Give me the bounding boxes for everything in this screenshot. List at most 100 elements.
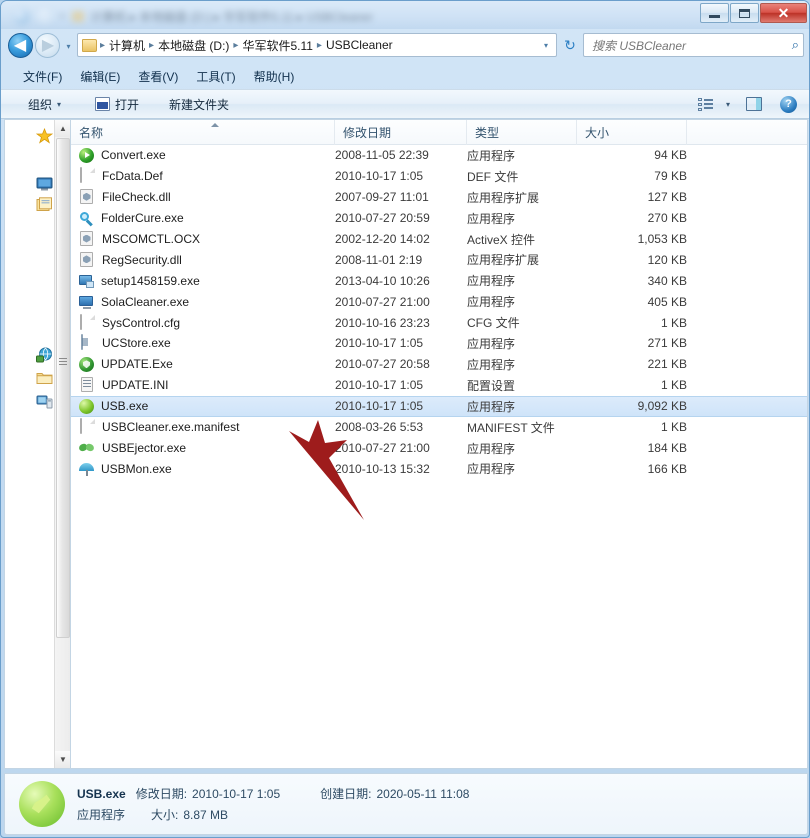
file-name-cell: UPDATE.Exe (79, 357, 173, 372)
file-size-cell: 1 KB (577, 316, 687, 330)
table-row[interactable]: SysControl.cfg 2010-10-16 23:23 CFG 文件 1… (71, 312, 807, 333)
file-rows: Convert.exe 2008-11-05 22:39 应用程序 94 KB … (71, 145, 807, 768)
menu-item-edit[interactable]: 编辑(E) (72, 65, 128, 88)
breadcrumb-separator: ▸ (232, 40, 239, 51)
desktop-icon[interactable] (36, 176, 53, 192)
file-size-cell: 9,092 KB (577, 399, 687, 413)
table-row[interactable]: Convert.exe 2008-11-05 22:39 应用程序 94 KB (71, 145, 807, 166)
file-name-cell: setup1458159.exe (79, 274, 200, 288)
column-header-type[interactable]: 类型 (467, 120, 577, 145)
file-name-cell: MSCOMCTL.OCX (79, 231, 200, 247)
recent-places-icon[interactable] (36, 197, 53, 213)
back-button[interactable]: ◀ (8, 33, 33, 58)
table-row[interactable]: MSCOMCTL.OCX 2002-12-20 14:02 ActiveX 控件… (71, 229, 807, 250)
open-button[interactable]: 打开 (86, 92, 148, 117)
new-folder-button[interactable]: 新建文件夹 (160, 92, 238, 117)
file-date-cell: 2010-10-16 23:23 (335, 316, 455, 330)
favorites-star-icon[interactable] (36, 128, 53, 144)
column-header-date[interactable]: 修改日期 (335, 120, 467, 145)
minimize-icon (709, 15, 720, 18)
status-size-label: 大小: (151, 806, 178, 823)
blurred-back-icon (13, 8, 30, 25)
organize-button[interactable]: 组织 ▾ (19, 92, 70, 117)
menu-item-file[interactable]: 文件(F) (15, 65, 70, 88)
file-name-label: UPDATE.INI (102, 378, 168, 392)
table-row[interactable]: USBEjector.exe 2010-07-27 21:00 应用程序 184… (71, 438, 807, 459)
file-type-cell: 应用程序 (467, 398, 577, 415)
new-folder-label: 新建文件夹 (169, 96, 229, 113)
close-button[interactable]: ✕ (760, 3, 807, 23)
help-button[interactable]: ? (772, 92, 805, 117)
address-dropdown-icon[interactable]: ▾ (538, 41, 554, 50)
network-icon[interactable] (36, 347, 53, 363)
menu-item-tools[interactable]: 工具(T) (188, 65, 243, 88)
breadcrumb-item-usbcleaner[interactable]: USBCleaner (323, 36, 396, 54)
computer-icon[interactable] (36, 393, 53, 409)
refresh-button[interactable]: ↻ (559, 33, 581, 57)
file-date-cell: 2002-12-20 14:02 (335, 232, 455, 246)
breadcrumb-item-huajun[interactable]: 华军软件5.11 (239, 35, 315, 56)
search-placeholder: 搜索 USBCleaner (592, 37, 686, 54)
table-row[interactable]: UCStore.exe 2010-10-17 1:05 应用程序 271 KB (71, 333, 807, 354)
table-row[interactable]: UPDATE.INI 2010-10-17 1:05 配置设置 1 KB (71, 375, 807, 396)
views-button[interactable] (694, 93, 718, 115)
chevron-down-icon: ▾ (726, 100, 730, 109)
file-date-cell: 2013-04-10 10:26 (335, 274, 455, 288)
breadcrumb-item-local-disk[interactable]: 本地磁盘 (D:) (155, 35, 232, 56)
status-bar: USB.exe 修改日期: 2010-10-17 1:05 创建日期: 2020… (4, 773, 808, 835)
blurred-forward-icon (37, 8, 53, 24)
file-name-label: MSCOMCTL.OCX (102, 232, 200, 246)
status-file-name: USB.exe (77, 787, 126, 801)
file-name-label: Convert.exe (101, 148, 166, 162)
scroll-up-button[interactable]: ▲ (55, 120, 70, 137)
title-bar-blurred-address: ▾ 计算机 ▸ 本地磁盘 (D:) ▸ 华军软件5.11 ▸ USBCleane… (9, 5, 689, 27)
breadcrumb-item-computer[interactable]: 计算机 (106, 35, 148, 56)
file-size-cell: 221 KB (577, 357, 687, 371)
table-row[interactable]: FcData.Def 2010-10-17 1:05 DEF 文件 79 KB (71, 166, 807, 187)
file-size-cell: 1 KB (577, 378, 687, 392)
open-label: 打开 (115, 96, 139, 113)
address-bar[interactable]: ▸ 计算机 ▸ 本地磁盘 (D:) ▸ 华军软件5.11 ▸ USBCleane… (77, 33, 557, 57)
file-name-cell: USBMon.exe (79, 461, 172, 476)
table-row[interactable]: RegSecurity.dll 2008-11-01 2:19 应用程序扩展 1… (71, 249, 807, 270)
blank-doc-icon (79, 168, 95, 184)
breadcrumb-separator: ▸ (99, 40, 106, 51)
forward-button[interactable]: ▶ (35, 33, 60, 58)
table-row[interactable]: USBMon.exe 2010-10-13 15:32 应用程序 166 KB (71, 458, 807, 479)
table-row[interactable]: SolaCleaner.exe 2010-07-27 21:00 应用程序 40… (71, 291, 807, 312)
table-row[interactable]: UPDATE.Exe 2010-07-27 20:58 应用程序 221 KB (71, 354, 807, 375)
menu-item-view[interactable]: 查看(V) (130, 65, 186, 88)
preview-pane-button[interactable] (738, 93, 770, 115)
file-name-label: UCStore.exe (102, 336, 171, 350)
maximize-button[interactable] (730, 3, 759, 23)
history-dropdown-button[interactable]: ▾ (63, 41, 74, 51)
column-header-name[interactable]: 名称 (71, 120, 335, 145)
file-size-cell: 270 KB (577, 211, 687, 225)
column-header-row: 名称 修改日期 类型 大小 (71, 120, 807, 145)
file-name-cell: USBEjector.exe (79, 441, 186, 455)
views-dropdown-button[interactable]: ▾ (720, 96, 736, 113)
file-type-cell: 应用程序 (467, 210, 577, 227)
dll-icon (79, 231, 95, 247)
search-box[interactable]: 搜索 USBCleaner ⌕ (583, 33, 804, 57)
column-header-size[interactable]: 大小 (577, 120, 687, 145)
navigation-pane-scrollbar[interactable]: ▲ ▼ (54, 120, 70, 768)
scrollbar-thumb[interactable] (56, 138, 70, 638)
file-type-cell: 配置设置 (467, 377, 577, 394)
table-row[interactable]: FolderCure.exe 2010-07-27 20:59 应用程序 270… (71, 208, 807, 229)
scroll-down-button[interactable]: ▼ (55, 751, 70, 768)
file-type-cell: 应用程序 (467, 460, 577, 477)
file-name-cell: USBCleaner.exe.manifest (79, 419, 239, 435)
file-name-label: USBEjector.exe (102, 441, 186, 455)
table-row[interactable]: setup1458159.exe 2013-04-10 10:26 应用程序 3… (71, 270, 807, 291)
table-row[interactable]: FileCheck.dll 2007-09-27 11:01 应用程序扩展 12… (71, 187, 807, 208)
menu-item-help[interactable]: 帮助(H) (246, 65, 303, 88)
file-list-pane[interactable]: 名称 修改日期 类型 大小 Convert.exe (70, 119, 808, 769)
navigation-pane[interactable]: ▲ ▼ (4, 119, 70, 769)
table-row[interactable]: USBCleaner.exe.manifest 2008-03-26 5:53 … (71, 417, 807, 438)
table-row-selected[interactable]: USB.exe 2010-10-17 1:05 应用程序 9,092 KB (71, 396, 807, 417)
status-modified-value: 2010-10-17 1:05 (192, 787, 280, 801)
file-type-cell: 应用程序 (467, 293, 577, 310)
folder-icon[interactable] (36, 370, 53, 386)
minimize-button[interactable] (700, 3, 729, 23)
